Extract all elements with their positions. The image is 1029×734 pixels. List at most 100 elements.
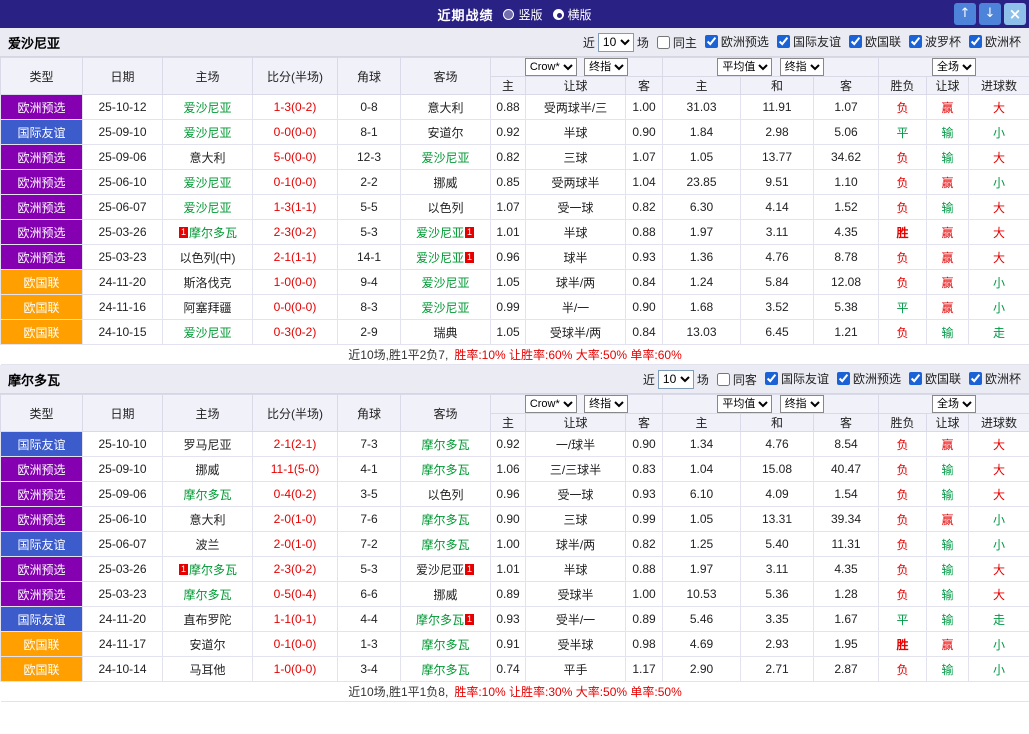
result-cell: 负 — [879, 657, 927, 682]
match-row: 欧洲预选25-10-12爱沙尼亚1-3(0-2)0-8意大利0.88受两球半/三… — [1, 95, 1029, 120]
bookmaker-select[interactable]: Crow* — [525, 395, 577, 413]
league-checkbox[interactable] — [837, 372, 850, 385]
rank-badge: 1 — [465, 564, 474, 575]
handicap-cell: 三球 — [526, 145, 626, 170]
home-odds-cell: 0.85 — [491, 170, 526, 195]
away-odds-cell: 1.00 — [626, 582, 663, 607]
average-select[interactable]: 平均值 — [717, 395, 772, 413]
scroll-up-button[interactable]: ↑ — [954, 3, 976, 25]
titlebar: 近期战绩 竖版 横版 ↑ ↓ × — [0, 0, 1029, 28]
odds-time-select[interactable]: 终指 — [584, 395, 628, 413]
odds-time-select[interactable]: 终指 — [584, 58, 628, 76]
scroll-down-button[interactable]: ↓ — [979, 3, 1001, 25]
home-team-cell: 安道尔 — [163, 632, 253, 657]
league-checkbox[interactable] — [777, 35, 790, 48]
away-odds-cell: 0.90 — [626, 432, 663, 457]
match-row: 欧洲预选25-03-23摩尔多瓦0-5(0-4)6-6挪威0.89受球半1.00… — [1, 582, 1029, 607]
type-cell: 欧国联 — [1, 270, 83, 295]
team-section: 摩尔多瓦 近 10 场 同客 国际友谊欧洲预选欧国联欧洲杯 — [0, 365, 1029, 702]
team-label: 摩尔多瓦 — [421, 463, 469, 477]
team-name: 摩尔多瓦 — [8, 370, 60, 389]
team-label: 摩尔多瓦 — [421, 638, 469, 652]
home-odds-cell: 1.01 — [491, 557, 526, 582]
goals-cell: 小 — [969, 632, 1029, 657]
away-odds-cell: 1.04 — [626, 170, 663, 195]
league-filter[interactable]: 欧洲预选 — [837, 370, 901, 387]
handicap-cell: 球半 — [526, 245, 626, 270]
league-filter[interactable]: 欧国联 — [909, 370, 961, 387]
col-header-handicap: 让球 — [526, 77, 626, 95]
same-venue-filter[interactable]: 同客 — [717, 371, 757, 388]
league-filter[interactable]: 欧国联 — [849, 33, 901, 50]
corner-cell: 1-3 — [338, 632, 401, 657]
result-cell: 负 — [879, 245, 927, 270]
handicap-cell: 受一球 — [526, 482, 626, 507]
home-odds-cell: 0.89 — [491, 582, 526, 607]
avg-away-cell: 12.08 — [814, 270, 879, 295]
league-filter[interactable]: 欧洲预选 — [705, 33, 769, 50]
layout-radio-horizontal[interactable]: 横版 — [553, 6, 592, 23]
same-venue-checkbox[interactable] — [657, 36, 670, 49]
col-header-date: 日期 — [83, 395, 163, 432]
avg-draw-cell: 11.91 — [741, 95, 814, 120]
avg-time-select[interactable]: 终指 — [780, 395, 824, 413]
avg-home-cell: 31.03 — [663, 95, 741, 120]
league-checkbox[interactable] — [969, 372, 982, 385]
same-venue-checkbox[interactable] — [717, 373, 730, 386]
layout-radio-vertical[interactable]: 竖版 — [503, 6, 542, 23]
league-filter[interactable]: 波罗杯 — [909, 33, 961, 50]
away-odds-cell: 0.98 — [626, 632, 663, 657]
handicap-cell: 受球半/两 — [526, 320, 626, 345]
avg-draw-cell: 6.45 — [741, 320, 814, 345]
handicap-cell: 球半/两 — [526, 532, 626, 557]
goals-cell: 走 — [969, 320, 1029, 345]
league-checkbox[interactable] — [849, 35, 862, 48]
away-team-cell: 爱沙尼亚 — [401, 295, 491, 320]
avg-draw-cell: 4.09 — [741, 482, 814, 507]
goals-cell: 走 — [969, 607, 1029, 632]
league-checkbox[interactable] — [909, 35, 922, 48]
scope-select[interactable]: 全场 — [932, 58, 976, 76]
team-label: 爱沙尼亚 — [183, 326, 231, 340]
away-odds-cell: 0.88 — [626, 557, 663, 582]
col-header-score: 比分(半场) — [253, 395, 338, 432]
type-cell: 欧洲预选 — [1, 482, 83, 507]
away-odds-cell: 0.82 — [626, 195, 663, 220]
league-checkbox[interactable] — [909, 372, 922, 385]
match-row: 欧洲预选25-09-06摩尔多瓦0-4(0-2)3-5以色列0.96受一球0.9… — [1, 482, 1029, 507]
rank-badge: 1 — [465, 227, 474, 238]
league-filter[interactable]: 欧洲杯 — [969, 33, 1021, 50]
avg-time-select[interactable]: 终指 — [780, 58, 824, 76]
league-filter[interactable]: 国际友谊 — [777, 33, 841, 50]
league-filter[interactable]: 国际友谊 — [765, 370, 829, 387]
handicap-result-cell: 输 — [927, 657, 969, 682]
rank-badge: 1 — [179, 227, 188, 238]
home-team-cell: 爱沙尼亚 — [163, 170, 253, 195]
league-label: 国际友谊 — [793, 33, 841, 50]
league-checkbox[interactable] — [969, 35, 982, 48]
result-cell: 负 — [879, 170, 927, 195]
col-header-type: 类型 — [1, 395, 83, 432]
close-button[interactable]: × — [1004, 3, 1026, 25]
date-cell: 25-03-23 — [83, 582, 163, 607]
result-cell: 负 — [879, 532, 927, 557]
corner-cell: 4-1 — [338, 457, 401, 482]
score-cell: 0-1(0-0) — [253, 170, 338, 195]
handicap-result-cell: 输 — [927, 457, 969, 482]
result-group-header: 全场 — [879, 395, 1029, 414]
average-select[interactable]: 平均值 — [717, 58, 772, 76]
col-header-corner: 角球 — [338, 395, 401, 432]
scope-select[interactable]: 全场 — [932, 395, 976, 413]
match-count-select[interactable]: 10 — [658, 370, 694, 389]
team-label: 挪威 — [433, 176, 457, 190]
league-filter[interactable]: 欧洲杯 — [969, 370, 1021, 387]
league-checkbox[interactable] — [705, 35, 718, 48]
match-count-select[interactable]: 10 — [598, 33, 634, 52]
result-cell: 负 — [879, 582, 927, 607]
avg-away-cell: 8.78 — [814, 245, 879, 270]
goals-cell: 小 — [969, 120, 1029, 145]
radio-icon — [553, 9, 564, 20]
same-venue-filter[interactable]: 同主 — [657, 34, 697, 51]
league-checkbox[interactable] — [765, 372, 778, 385]
bookmaker-select[interactable]: Crow* — [525, 58, 577, 76]
